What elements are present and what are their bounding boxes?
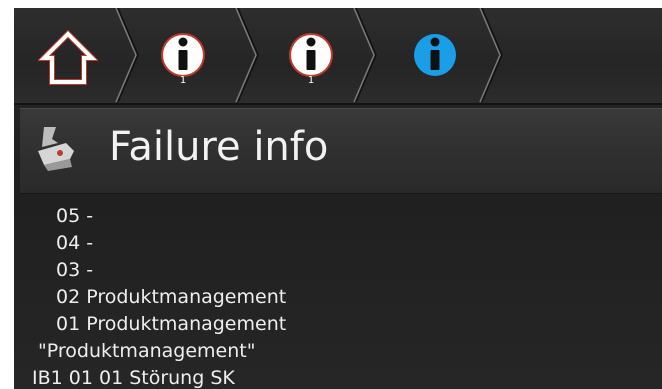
badge-count: 1 (307, 75, 315, 86)
list-item: 03 - (56, 259, 94, 281)
header-divider (14, 103, 662, 105)
tools-icon (38, 127, 74, 171)
screen: 1 1 Failure info 05 - 04 - 03 - 02 Produ… (14, 8, 662, 389)
list-item: "Produktmanagement" (38, 340, 256, 362)
page-title: Failure info (109, 124, 329, 170)
breadcrumb-item-info-2[interactable]: 1 (284, 25, 340, 87)
badge-count: 1 (179, 75, 187, 86)
info-icon (414, 34, 456, 76)
title-bar: Failure info (20, 108, 662, 194)
list-item: 01 Produktmanagement (56, 313, 287, 335)
breadcrumb-item-info-1[interactable]: 1 (156, 25, 212, 87)
info-icon (289, 33, 333, 77)
breadcrumb: 1 1 (14, 8, 662, 103)
home-icon (36, 29, 100, 85)
breadcrumb-home[interactable] (36, 24, 100, 86)
list-item: 02 Produktmanagement (56, 286, 287, 308)
info-icon (161, 33, 205, 77)
list-item: 05 - (56, 205, 94, 227)
list-item: 04 - (56, 232, 94, 254)
breadcrumb-item-info-current[interactable] (408, 25, 464, 87)
list-item: IB1 01 01 Störung SK (32, 367, 235, 389)
